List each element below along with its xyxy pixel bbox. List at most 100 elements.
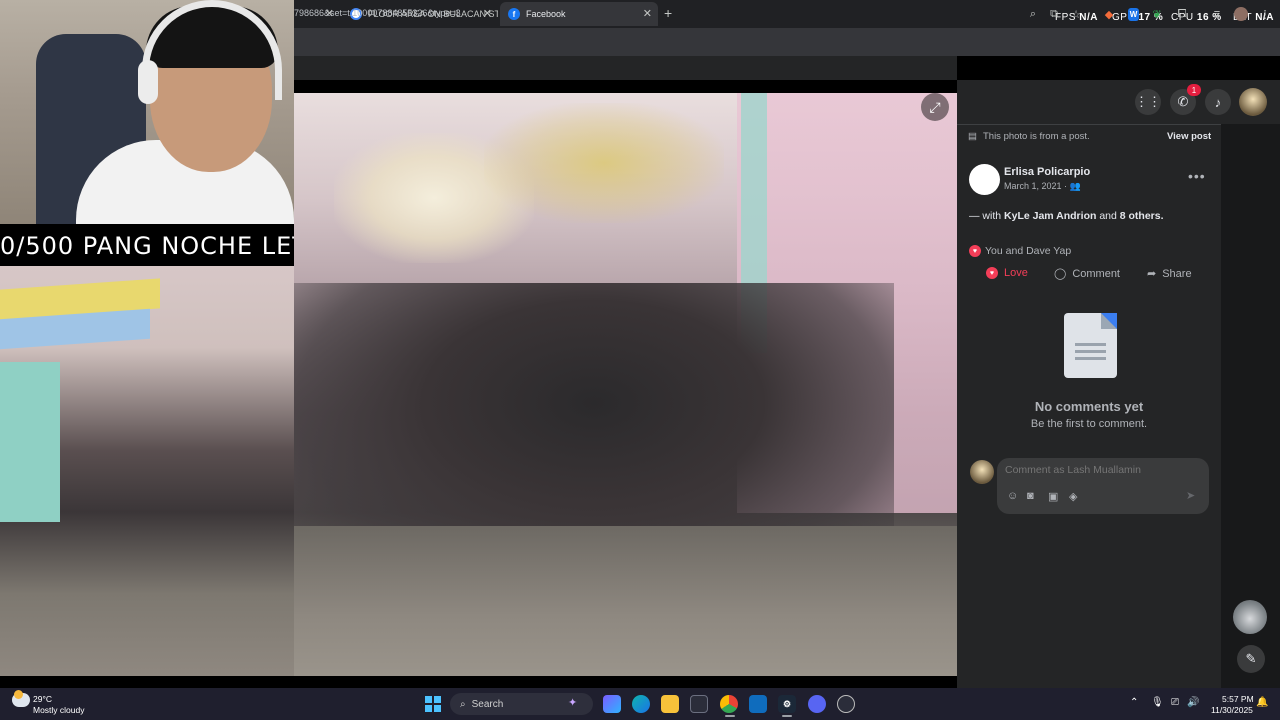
messenger-badge: 1 [1187, 84, 1201, 96]
share-button[interactable]: ➦ Share [1147, 267, 1192, 281]
steam-icon[interactable]: ⚙ [778, 695, 796, 713]
tab-close-icon[interactable]: ✕ [483, 7, 492, 20]
photo-note-text: This photo is from a post. [982, 131, 1090, 142]
share-label: Share [1162, 267, 1192, 280]
extensions-puzzle-icon[interactable]: ⧠ [1174, 6, 1190, 22]
photo-floor [294, 526, 957, 676]
tray-overflow-chevron-icon[interactable]: ⌃ [1130, 697, 1138, 708]
chrome-browser-icon[interactable] [720, 695, 738, 713]
send-comment-icon[interactable]: ➤ [1186, 489, 1195, 502]
love-reaction-icon: ♥ [969, 245, 981, 257]
gif-icon[interactable]: ▣ [1048, 490, 1058, 503]
search-label: Search [471, 698, 504, 710]
commenter-avatar[interactable] [970, 460, 994, 484]
network-icon[interactable]: ⎚ [1171, 697, 1179, 708]
emoji-icon[interactable]: ☺ [1007, 490, 1018, 502]
extension-fox-icon[interactable]: ◆ [1101, 6, 1117, 22]
obs-recorder-icon[interactable] [837, 695, 855, 713]
tagged-and: and [1096, 210, 1120, 222]
account-avatar[interactable] [1239, 88, 1267, 116]
photo-left-extension [0, 266, 294, 676]
profile-avatar-icon[interactable] [1234, 7, 1248, 21]
photo-flowers [484, 103, 724, 223]
extension-shield-icon[interactable]: W [1128, 8, 1139, 21]
camera-icon[interactable]: ◙ [1027, 490, 1034, 502]
photo-note: ▤ This photo is from a post. [968, 131, 1090, 142]
taskbar-clock-date[interactable]: 11/30/2025 [1211, 705, 1253, 715]
copilot-app-icon[interactable] [603, 695, 621, 713]
no-comments-subtitle: Be the first to comment. [1030, 418, 1148, 430]
chrome-active-indicator [725, 715, 735, 717]
menu-grid-icon[interactable]: ⋮⋮ [1135, 89, 1161, 115]
comment-label: Comment [1072, 267, 1120, 280]
weather-description[interactable]: Mostly cloudy [33, 705, 85, 715]
notification-center-icon[interactable]: 🔔 [1256, 697, 1268, 708]
microphone-icon[interactable]: 🎙 [1151, 697, 1164, 708]
doc-line [1075, 350, 1106, 353]
browser-menu-icon[interactable]: ⋮ [1257, 6, 1273, 22]
tab-label: Facebook [526, 9, 566, 19]
new-tab-button[interactable]: + [664, 5, 672, 21]
doc-line [1075, 357, 1106, 360]
windows-start-icon[interactable] [425, 696, 441, 712]
reading-list-icon[interactable]: ≡ [1209, 6, 1225, 22]
tagged-prefix: — with [969, 210, 1005, 222]
volume-icon[interactable]: 🔊 [1187, 697, 1199, 708]
love-label: Love [1004, 267, 1028, 279]
reactions-text: You and Dave Yap [985, 245, 1072, 257]
facebook-top-strip [294, 56, 957, 80]
address-bar[interactable]: 798686&set=t.100007884855326&type=3 [294, 8, 461, 18]
fullscreen-expand-icon[interactable]: ⤢ [921, 93, 949, 121]
outlook-icon[interactable] [749, 695, 767, 713]
comment-input[interactable] [1005, 464, 1195, 476]
doc-line [1075, 343, 1106, 346]
copilot-sparkle-icon[interactable]: ✦ [568, 696, 577, 709]
info-note-icon: ▤ [968, 131, 977, 142]
webcam-earcup [138, 60, 158, 104]
discord-icon[interactable] [808, 695, 826, 713]
file-explorer-icon[interactable] [661, 695, 679, 713]
audience-friends-icon: 👥 [1069, 181, 1081, 191]
post-date[interactable]: March 1, 2021 · 👥 [1004, 181, 1081, 192]
comment-bubble-icon: ◯ [1054, 268, 1067, 280]
tab-close-icon[interactable]: ✕ [643, 7, 652, 20]
taskbar-clock-time[interactable]: 5:57 PM [1222, 694, 1254, 704]
view-post-link[interactable]: View post [1167, 131, 1211, 142]
no-comments-title: No comments yet [1034, 399, 1144, 414]
tagged-people: — with KyLe Jam Andrion and 8 others. [969, 210, 1164, 222]
sidebar-divider [957, 124, 1221, 125]
bookmark-star-icon[interactable]: ☆ [1068, 6, 1084, 22]
wall-stripe-teal [0, 362, 60, 522]
tagged-name-link[interactable]: KyLe Jam Andrion [1004, 210, 1096, 222]
share-arrow-icon: ➦ [1147, 268, 1157, 280]
empty-document-icon [1064, 313, 1117, 378]
group-photo[interactable] [294, 93, 957, 676]
love-icon: ♥ [986, 267, 998, 279]
weather-temperature[interactable]: 29°C [33, 694, 52, 704]
comment-button[interactable]: ◯ Comment [1054, 267, 1120, 281]
edge-browser-icon[interactable] [632, 695, 650, 713]
extension-leaf-icon[interactable]: ❦ [1149, 6, 1165, 22]
post-date-text: March 1, 2021 · [1004, 181, 1070, 191]
microsoft-store-icon[interactable] [690, 695, 708, 713]
weather-cloudy-icon[interactable] [12, 690, 30, 707]
poster-name[interactable]: Erlisa Policarpio [1004, 166, 1090, 178]
chat-head-avatar[interactable] [1233, 600, 1267, 634]
tagged-others-link[interactable]: 8 others. [1120, 210, 1164, 222]
tab-facebook[interactable]: f Facebook ✕ [500, 2, 658, 26]
steam-active-indicator [782, 715, 792, 717]
install-app-icon[interactable]: ⧉ [1046, 6, 1062, 22]
facebook-header-right [957, 80, 1280, 124]
zoom-icon[interactable]: ⌕ [1025, 6, 1041, 22]
sidebar-edge [1221, 80, 1280, 688]
more-options-icon[interactable]: ••• [1188, 168, 1206, 184]
reactions-summary[interactable]: ♥ You and Dave Yap [969, 245, 1071, 257]
love-button[interactable]: ♥ Love [986, 267, 1028, 279]
poster-avatar[interactable] [969, 164, 1000, 195]
facebook-favicon-icon: f [508, 8, 520, 20]
sticker-icon[interactable]: ◈ [1069, 490, 1077, 503]
notifications-bell-icon[interactable]: ♪ [1205, 89, 1231, 115]
new-message-icon[interactable]: ✎ [1237, 645, 1265, 673]
webcam-overlay [0, 0, 294, 224]
search-icon: ⌕ [460, 698, 466, 710]
